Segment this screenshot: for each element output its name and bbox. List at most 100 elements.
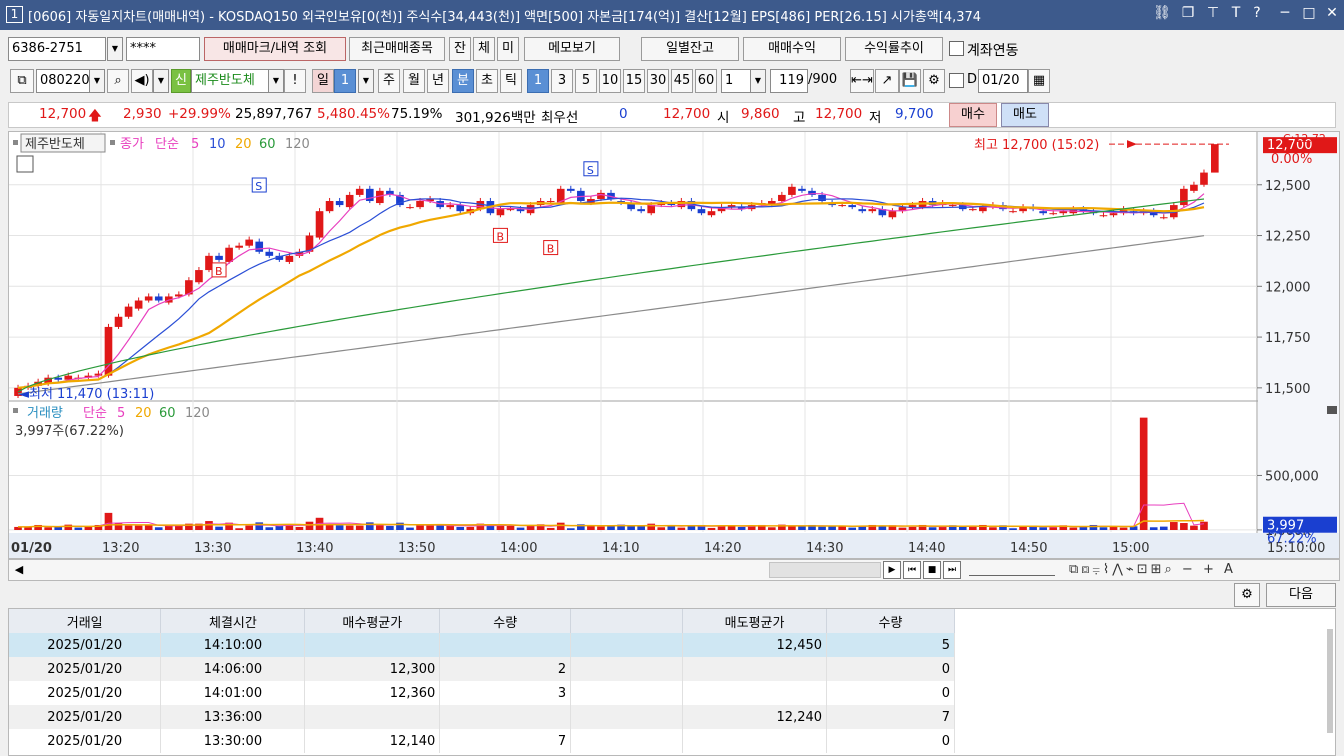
- col-buy-avg[interactable]: 매수평균가: [304, 609, 441, 633]
- interval-3[interactable]: 3: [551, 69, 573, 93]
- grid-settings-icon[interactable]: ⚙: [1234, 583, 1260, 607]
- day-count[interactable]: 1: [334, 69, 356, 93]
- minimize-icon[interactable]: ─: [1275, 5, 1295, 21]
- alert-button[interactable]: !: [284, 69, 306, 93]
- tab-month[interactable]: 월: [403, 69, 425, 93]
- stock-code-input[interactable]: 080220: [36, 69, 90, 93]
- recent-trades-button[interactable]: 최근매매종목: [349, 37, 445, 61]
- zoom-fit-icon[interactable]: ⇤⇥: [850, 69, 874, 93]
- interval-10[interactable]: 10: [599, 69, 621, 93]
- table-row[interactable]: 2025/01/20 14:06:00 12,300 2 0: [9, 657, 955, 681]
- chart-panel[interactable]: 13:20 13:30 13:40 13:50 14:00 14:10 14:20 14:30…: [8, 131, 1340, 559]
- trade-profit-button[interactable]: 매매수익: [743, 37, 841, 61]
- daily-balance-button[interactable]: 일별잔고: [641, 37, 739, 61]
- pin-icon[interactable]: ⊤: [1203, 5, 1223, 21]
- interval-5[interactable]: 5: [575, 69, 597, 93]
- table-row[interactable]: 2025/01/20 14:10:00 12,450 5: [9, 633, 955, 657]
- interval-60[interactable]: 60: [695, 69, 717, 93]
- col-sell-avg[interactable]: 매도평균가: [682, 609, 828, 633]
- speed-slider[interactable]: [969, 564, 1055, 576]
- code-dropdown-icon[interactable]: ▼: [89, 69, 105, 93]
- copy-window-icon[interactable]: ❐: [1178, 5, 1198, 21]
- volume-bar: [737, 526, 746, 530]
- executed-button[interactable]: 체: [473, 37, 495, 61]
- scroll-right-icon[interactable]: ▶: [883, 561, 901, 579]
- sound-icon[interactable]: ◀): [131, 69, 153, 93]
- tab-minute[interactable]: 분: [452, 69, 474, 93]
- profit-rate-button[interactable]: 수익률추이: [845, 37, 943, 61]
- interval-dropdown-icon[interactable]: ▼: [750, 69, 766, 93]
- name-dropdown-icon[interactable]: ▼: [268, 69, 284, 93]
- volume-bar: [255, 522, 264, 530]
- password-input[interactable]: ****: [126, 37, 200, 61]
- stock-name-field[interactable]: 제주반도체: [191, 69, 269, 93]
- maximize-icon[interactable]: □: [1299, 5, 1319, 21]
- date-checkbox[interactable]: [949, 73, 964, 88]
- interval-30[interactable]: 30: [647, 69, 669, 93]
- table-row[interactable]: 2025/01/20 13:36:00 12,240 7: [9, 705, 955, 729]
- x-tick-label: 13:40: [296, 541, 333, 556]
- chart-svg[interactable]: 13:20 13:30 13:40 13:50 14:00 14:10 14:20 14:30…: [9, 132, 1339, 558]
- calendar-icon[interactable]: ▦: [1028, 69, 1050, 93]
- settings-icon[interactable]: ⚙: [923, 69, 945, 93]
- interval-1[interactable]: 1: [527, 69, 549, 93]
- interval-input[interactable]: 1: [721, 69, 751, 93]
- account-link-checkbox[interactable]: [949, 41, 964, 56]
- search-icon[interactable]: ⌕: [107, 69, 129, 93]
- balance-button[interactable]: 잔: [449, 37, 471, 61]
- volume-bar: [848, 527, 857, 530]
- sound-dropdown-icon[interactable]: ▼: [153, 69, 169, 93]
- table-row[interactable]: 2025/01/20 14:01:00 12,360 3 0: [9, 681, 955, 705]
- trade-mark-query-button[interactable]: 매매마크/내역 조회: [204, 37, 346, 61]
- sell-button[interactable]: 매도: [1001, 103, 1049, 127]
- buy-button[interactable]: 매수: [949, 103, 997, 127]
- volume-bar: [134, 525, 143, 530]
- candle: [1039, 211, 1047, 214]
- tab-second[interactable]: 초: [476, 69, 498, 93]
- table-scrollbar[interactable]: [1327, 629, 1333, 733]
- layout-icon[interactable]: ⧉: [10, 69, 34, 93]
- volume-bar: [154, 527, 163, 530]
- tab-week[interactable]: 주: [378, 69, 400, 93]
- forward-icon[interactable]: ⏭: [943, 561, 961, 579]
- candle: [215, 255, 223, 260]
- col-buy-qty[interactable]: 수량: [439, 609, 572, 633]
- high-price: 12,700: [815, 106, 863, 122]
- scroll-thumb[interactable]: [769, 562, 881, 578]
- volume-bar: [124, 525, 133, 530]
- col-trade-date[interactable]: 거래일: [9, 609, 162, 633]
- x-tick-label: 13:30: [194, 541, 231, 556]
- day-dropdown-icon[interactable]: ▼: [358, 69, 374, 93]
- font-icon[interactable]: T: [1226, 5, 1246, 21]
- interval-45[interactable]: 45: [671, 69, 693, 93]
- tab-day[interactable]: 일: [312, 69, 334, 93]
- close-icon[interactable]: ✕: [1322, 5, 1342, 21]
- volume-legend-period: 120: [185, 406, 210, 421]
- save-icon[interactable]: 💾: [899, 69, 921, 93]
- memo-button[interactable]: 메모보기: [524, 37, 620, 61]
- help-icon[interactable]: ?: [1247, 5, 1267, 21]
- table-row[interactable]: 2025/01/20 13:30:00 12,140 7 0: [9, 729, 955, 753]
- tab-tick[interactable]: 틱: [500, 69, 522, 93]
- account-input[interactable]: 6386-2751: [8, 37, 106, 61]
- chart-tools-icons[interactable]: ⧉⧈⩦⌇⋀⌁⊡⊞⌕ − + A: [1069, 562, 1236, 577]
- link-icon[interactable]: ⛓: [1152, 5, 1172, 21]
- col-blank[interactable]: [570, 609, 684, 633]
- account-dropdown-icon[interactable]: ▼: [107, 37, 123, 61]
- date-input[interactable]: 01/20: [978, 69, 1028, 93]
- rewind-icon[interactable]: ⏮: [903, 561, 921, 579]
- account-link-label: 계좌연동: [967, 43, 1019, 59]
- legend-stock-name: 제주반도체: [25, 137, 85, 152]
- stop-icon[interactable]: ■: [923, 561, 941, 579]
- tab-year[interactable]: 년: [427, 69, 449, 93]
- col-exec-time[interactable]: 체결시간: [160, 609, 306, 633]
- cell-buy-qty: 7: [439, 729, 572, 753]
- scroll-left-icon[interactable]: ◀: [9, 560, 29, 580]
- unexecuted-button[interactable]: 미: [497, 37, 519, 61]
- interval-15[interactable]: 15: [623, 69, 645, 93]
- col-sell-qty[interactable]: 수량: [826, 609, 955, 633]
- draw-tool-icon[interactable]: ↗: [875, 69, 899, 93]
- volume-bar: [104, 512, 113, 530]
- next-button[interactable]: 다음: [1266, 583, 1336, 607]
- count-input[interactable]: 119: [770, 69, 808, 93]
